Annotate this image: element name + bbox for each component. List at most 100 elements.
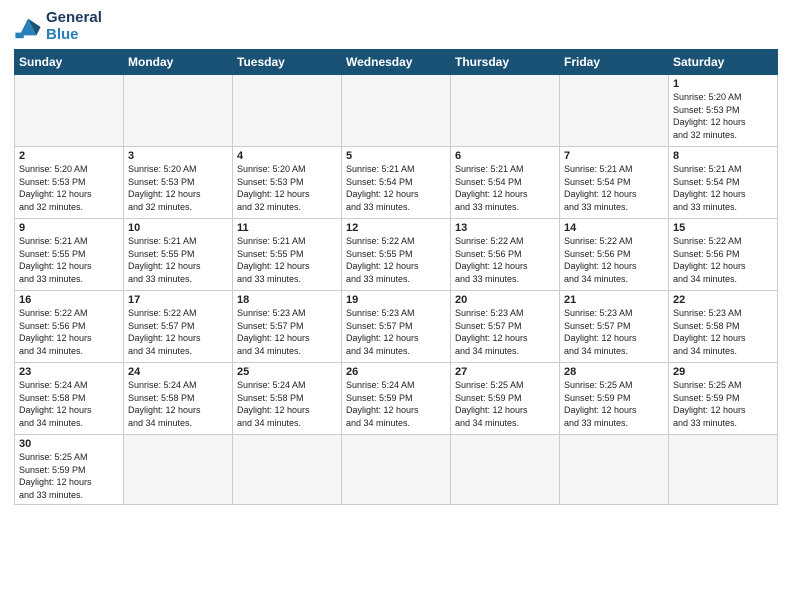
weekday-header-friday: Friday <box>560 50 669 75</box>
weekday-header-row: SundayMondayTuesdayWednesdayThursdayFrid… <box>15 50 778 75</box>
calendar-cell: 4Sunrise: 5:20 AM Sunset: 5:53 PM Daylig… <box>233 147 342 219</box>
calendar-cell: 14Sunrise: 5:22 AM Sunset: 5:56 PM Dayli… <box>560 219 669 291</box>
logo-icon <box>14 13 42 41</box>
day-info: Sunrise: 5:23 AM Sunset: 5:58 PM Dayligh… <box>673 307 773 357</box>
weekday-header-wednesday: Wednesday <box>342 50 451 75</box>
day-number: 17 <box>128 294 228 306</box>
day-number: 24 <box>128 366 228 378</box>
day-number: 14 <box>564 222 664 234</box>
calendar-cell: 17Sunrise: 5:22 AM Sunset: 5:57 PM Dayli… <box>124 291 233 363</box>
calendar-cell <box>451 75 560 147</box>
weekday-header-saturday: Saturday <box>669 50 778 75</box>
calendar-cell: 29Sunrise: 5:25 AM Sunset: 5:59 PM Dayli… <box>669 363 778 435</box>
day-number: 2 <box>19 150 119 162</box>
calendar-cell <box>233 75 342 147</box>
calendar-cell <box>124 435 233 505</box>
day-info: Sunrise: 5:21 AM Sunset: 5:54 PM Dayligh… <box>346 163 446 213</box>
weekday-header-monday: Monday <box>124 50 233 75</box>
day-number: 21 <box>564 294 664 306</box>
day-info: Sunrise: 5:23 AM Sunset: 5:57 PM Dayligh… <box>455 307 555 357</box>
calendar-cell: 1Sunrise: 5:20 AM Sunset: 5:53 PM Daylig… <box>669 75 778 147</box>
weekday-header-thursday: Thursday <box>451 50 560 75</box>
calendar-cell <box>15 75 124 147</box>
day-number: 1 <box>673 78 773 90</box>
day-number: 18 <box>237 294 337 306</box>
day-info: Sunrise: 5:24 AM Sunset: 5:59 PM Dayligh… <box>346 379 446 429</box>
day-info: Sunrise: 5:24 AM Sunset: 5:58 PM Dayligh… <box>19 379 119 429</box>
calendar-cell <box>560 75 669 147</box>
calendar-cell: 10Sunrise: 5:21 AM Sunset: 5:55 PM Dayli… <box>124 219 233 291</box>
calendar-cell: 15Sunrise: 5:22 AM Sunset: 5:56 PM Dayli… <box>669 219 778 291</box>
day-number: 3 <box>128 150 228 162</box>
calendar-cell: 26Sunrise: 5:24 AM Sunset: 5:59 PM Dayli… <box>342 363 451 435</box>
day-info: Sunrise: 5:20 AM Sunset: 5:53 PM Dayligh… <box>128 163 228 213</box>
day-info: Sunrise: 5:21 AM Sunset: 5:54 PM Dayligh… <box>564 163 664 213</box>
calendar-cell: 21Sunrise: 5:23 AM Sunset: 5:57 PM Dayli… <box>560 291 669 363</box>
day-info: Sunrise: 5:25 AM Sunset: 5:59 PM Dayligh… <box>455 379 555 429</box>
day-info: Sunrise: 5:21 AM Sunset: 5:54 PM Dayligh… <box>455 163 555 213</box>
day-number: 5 <box>346 150 446 162</box>
calendar-cell: 11Sunrise: 5:21 AM Sunset: 5:55 PM Dayli… <box>233 219 342 291</box>
week-row-1: 2Sunrise: 5:20 AM Sunset: 5:53 PM Daylig… <box>15 147 778 219</box>
day-info: Sunrise: 5:22 AM Sunset: 5:55 PM Dayligh… <box>346 235 446 285</box>
calendar-cell: 28Sunrise: 5:25 AM Sunset: 5:59 PM Dayli… <box>560 363 669 435</box>
calendar-cell <box>233 435 342 505</box>
calendar-cell: 12Sunrise: 5:22 AM Sunset: 5:55 PM Dayli… <box>342 219 451 291</box>
calendar-cell: 3Sunrise: 5:20 AM Sunset: 5:53 PM Daylig… <box>124 147 233 219</box>
day-info: Sunrise: 5:20 AM Sunset: 5:53 PM Dayligh… <box>19 163 119 213</box>
calendar-cell <box>342 75 451 147</box>
calendar-cell: 30Sunrise: 5:25 AM Sunset: 5:59 PM Dayli… <box>15 435 124 505</box>
day-info: Sunrise: 5:21 AM Sunset: 5:55 PM Dayligh… <box>19 235 119 285</box>
day-info: Sunrise: 5:25 AM Sunset: 5:59 PM Dayligh… <box>673 379 773 429</box>
calendar-cell: 2Sunrise: 5:20 AM Sunset: 5:53 PM Daylig… <box>15 147 124 219</box>
calendar-cell: 8Sunrise: 5:21 AM Sunset: 5:54 PM Daylig… <box>669 147 778 219</box>
day-info: Sunrise: 5:21 AM Sunset: 5:55 PM Dayligh… <box>128 235 228 285</box>
logo: General Blue <box>14 10 102 43</box>
day-number: 19 <box>346 294 446 306</box>
day-info: Sunrise: 5:22 AM Sunset: 5:56 PM Dayligh… <box>673 235 773 285</box>
day-info: Sunrise: 5:21 AM Sunset: 5:54 PM Dayligh… <box>673 163 773 213</box>
calendar-cell: 13Sunrise: 5:22 AM Sunset: 5:56 PM Dayli… <box>451 219 560 291</box>
weekday-header-sunday: Sunday <box>15 50 124 75</box>
day-number: 10 <box>128 222 228 234</box>
day-number: 9 <box>19 222 119 234</box>
day-info: Sunrise: 5:20 AM Sunset: 5:53 PM Dayligh… <box>673 91 773 141</box>
day-number: 15 <box>673 222 773 234</box>
day-info: Sunrise: 5:23 AM Sunset: 5:57 PM Dayligh… <box>346 307 446 357</box>
day-number: 28 <box>564 366 664 378</box>
day-info: Sunrise: 5:24 AM Sunset: 5:58 PM Dayligh… <box>128 379 228 429</box>
day-info: Sunrise: 5:22 AM Sunset: 5:56 PM Dayligh… <box>19 307 119 357</box>
day-info: Sunrise: 5:22 AM Sunset: 5:56 PM Dayligh… <box>455 235 555 285</box>
day-info: Sunrise: 5:24 AM Sunset: 5:58 PM Dayligh… <box>237 379 337 429</box>
day-number: 4 <box>237 150 337 162</box>
calendar-cell <box>342 435 451 505</box>
day-number: 30 <box>19 438 119 450</box>
calendar-cell: 20Sunrise: 5:23 AM Sunset: 5:57 PM Dayli… <box>451 291 560 363</box>
day-info: Sunrise: 5:25 AM Sunset: 5:59 PM Dayligh… <box>19 451 119 501</box>
calendar-cell: 16Sunrise: 5:22 AM Sunset: 5:56 PM Dayli… <box>15 291 124 363</box>
calendar-cell <box>560 435 669 505</box>
header: General Blue <box>14 10 778 43</box>
week-row-0: 1Sunrise: 5:20 AM Sunset: 5:53 PM Daylig… <box>15 75 778 147</box>
day-info: Sunrise: 5:25 AM Sunset: 5:59 PM Dayligh… <box>564 379 664 429</box>
day-number: 29 <box>673 366 773 378</box>
day-number: 22 <box>673 294 773 306</box>
day-info: Sunrise: 5:22 AM Sunset: 5:56 PM Dayligh… <box>564 235 664 285</box>
day-number: 7 <box>564 150 664 162</box>
day-number: 16 <box>19 294 119 306</box>
day-number: 12 <box>346 222 446 234</box>
day-number: 25 <box>237 366 337 378</box>
day-number: 26 <box>346 366 446 378</box>
logo-text: General Blue <box>46 10 102 43</box>
day-info: Sunrise: 5:22 AM Sunset: 5:57 PM Dayligh… <box>128 307 228 357</box>
calendar-cell: 24Sunrise: 5:24 AM Sunset: 5:58 PM Dayli… <box>124 363 233 435</box>
weekday-header-tuesday: Tuesday <box>233 50 342 75</box>
day-number: 23 <box>19 366 119 378</box>
day-info: Sunrise: 5:21 AM Sunset: 5:55 PM Dayligh… <box>237 235 337 285</box>
calendar-cell: 5Sunrise: 5:21 AM Sunset: 5:54 PM Daylig… <box>342 147 451 219</box>
week-row-2: 9Sunrise: 5:21 AM Sunset: 5:55 PM Daylig… <box>15 219 778 291</box>
calendar-cell: 22Sunrise: 5:23 AM Sunset: 5:58 PM Dayli… <box>669 291 778 363</box>
calendar-cell <box>124 75 233 147</box>
week-row-5: 30Sunrise: 5:25 AM Sunset: 5:59 PM Dayli… <box>15 435 778 505</box>
calendar-cell: 19Sunrise: 5:23 AM Sunset: 5:57 PM Dayli… <box>342 291 451 363</box>
